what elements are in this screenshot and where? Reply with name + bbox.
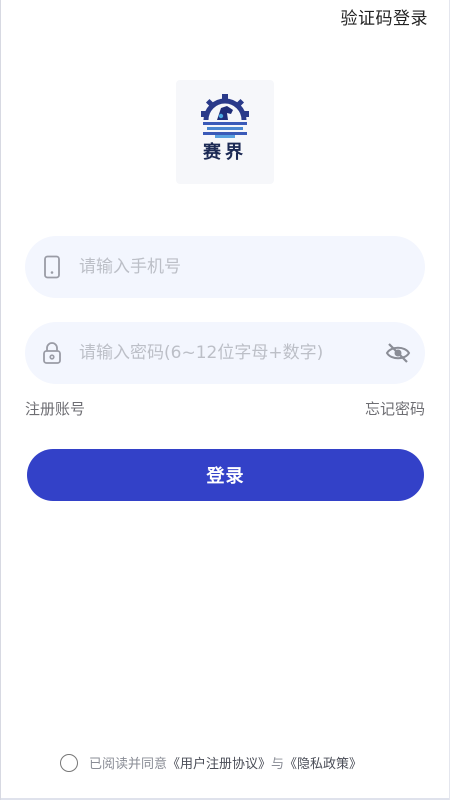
logo-icon (201, 94, 249, 138)
agreement-prefix: 已阅读并同意 (89, 757, 168, 772)
sms-login-link[interactable]: 验证码登录 (341, 4, 429, 29)
user-agreement-link[interactable]: 《用户注册协议》 (167, 753, 271, 772)
logo-text: 赛界 (203, 142, 247, 163)
register-link[interactable]: 注册账号 (25, 398, 85, 419)
phone-icon (41, 255, 63, 279)
password-input[interactable] (77, 332, 385, 374)
login-button[interactable]: 登录 (27, 449, 424, 501)
privacy-policy-link[interactable]: 《隐私政策》 (284, 753, 362, 772)
agreement-row: 已阅读并同意 《用户注册协议》 与 《隐私政策》 (60, 753, 362, 772)
auth-links: 注册账号 忘记密码 (25, 398, 425, 419)
eye-off-icon[interactable] (385, 342, 411, 364)
agree-checkbox[interactable] (60, 753, 78, 772)
lock-icon (41, 341, 63, 365)
forgot-password-link[interactable]: 忘记密码 (365, 398, 425, 419)
agreement-and: 与 (271, 757, 285, 772)
app-logo: 赛界 (176, 80, 274, 184)
phone-field[interactable] (25, 236, 425, 298)
password-field[interactable] (25, 322, 425, 384)
phone-input[interactable] (77, 246, 425, 288)
